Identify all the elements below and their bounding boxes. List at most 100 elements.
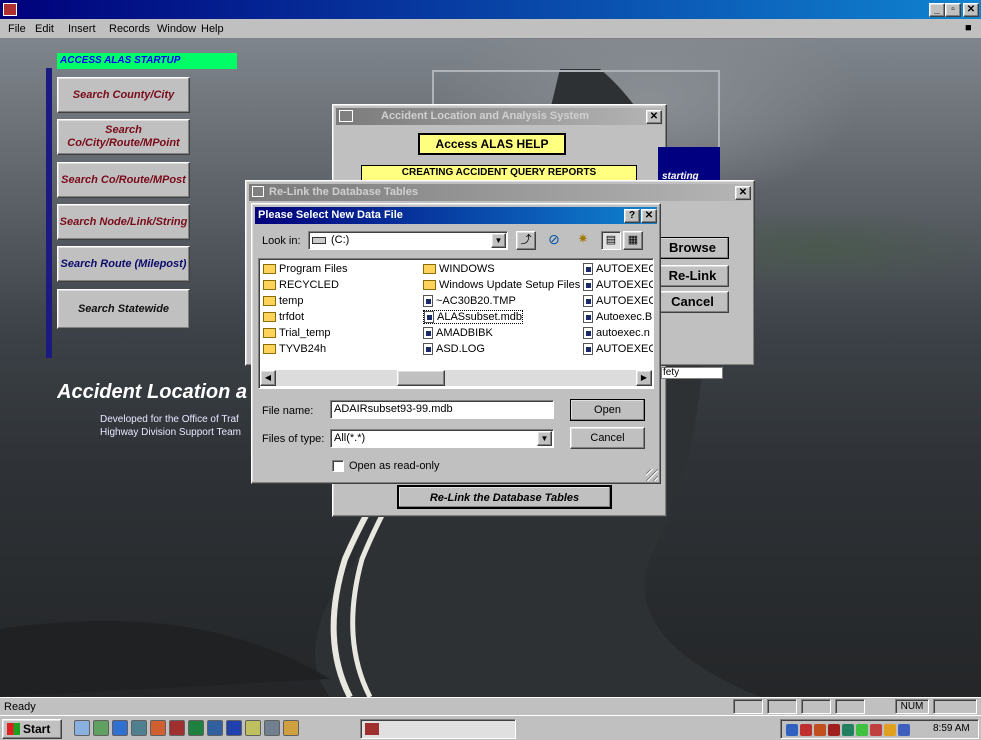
minimize-button[interactable]: _ [929, 3, 945, 17]
relink-close-button[interactable]: ✕ [735, 186, 751, 200]
file-icon [583, 295, 593, 307]
alas-titlebar: Accident Location and Analysis System [336, 108, 663, 125]
relink-tables-button[interactable]: Re-Link the Database Tables [397, 485, 612, 509]
status-bar: Ready NUM [0, 697, 981, 715]
list-item[interactable]: RECYCLED [263, 278, 339, 292]
search-co-route-mpost-button[interactable]: Search Co/Route/MPost [57, 162, 190, 198]
resize-grip-icon[interactable] [646, 469, 658, 481]
menu-edit[interactable]: Edit [35, 23, 54, 35]
list-item[interactable]: trfdot [263, 310, 304, 324]
list-item[interactable]: temp [263, 294, 303, 308]
startup-banner: ACCESS ALAS STARTUP [57, 53, 237, 69]
chevron-down-icon[interactable]: ▼ [491, 233, 506, 248]
quicklaunch-icon[interactable] [264, 720, 280, 736]
tray-icon[interactable] [870, 724, 882, 736]
quicklaunch-icon[interactable] [74, 720, 90, 736]
list-item[interactable]: autoexec.n [583, 326, 650, 340]
files-of-type-select[interactable]: All(*.*) ▼ [330, 429, 554, 448]
menu-insert[interactable]: Insert [68, 23, 96, 35]
list-item[interactable]: Autoexec.B [583, 310, 652, 324]
close-button[interactable]: ✕ [963, 3, 979, 17]
open-button[interactable]: Open [570, 399, 645, 421]
list-item[interactable]: WINDOWS [423, 262, 495, 276]
file-dialog: Please Select New Data File ? ✕ Look in:… [251, 203, 661, 484]
creating-reports-button[interactable]: CREATING ACCIDENT QUERY REPORTS [361, 165, 637, 181]
tray-icon[interactable] [842, 724, 854, 736]
list-item[interactable]: ALASsubset.mdb [423, 310, 523, 324]
list-item[interactable]: AUTOEXEC [583, 342, 653, 356]
horizontal-scrollbar[interactable]: ◀ ▶ [260, 370, 652, 386]
quicklaunch-icon[interactable] [93, 720, 109, 736]
excel-icon[interactable] [188, 720, 204, 736]
tray-icon[interactable] [800, 724, 812, 736]
start-button[interactable]: Start [2, 719, 62, 739]
new-folder-icon[interactable]: ✷ [573, 231, 593, 250]
access-alas-help-button[interactable]: Access ALAS HELP [418, 133, 566, 155]
up-folder-icon[interactable]: ⤴ [516, 231, 536, 250]
access-icon[interactable] [169, 720, 185, 736]
mdi-close-icon[interactable]: ■ [965, 22, 972, 34]
tray-icon[interactable] [856, 724, 868, 736]
scroll-right-button[interactable]: ▶ [636, 370, 652, 386]
tray-icon[interactable] [814, 724, 826, 736]
details-view-icon[interactable]: ▦ [623, 231, 643, 250]
look-in-select[interactable]: (C:) ▼ [308, 231, 508, 250]
tray-icon[interactable] [828, 724, 840, 736]
quicklaunch-icon[interactable] [283, 720, 299, 736]
menu-window[interactable]: Window [157, 23, 196, 35]
list-item[interactable]: Trial_temp [263, 326, 331, 340]
list-item[interactable]: AMADBIBK [423, 326, 493, 340]
menu-file[interactable]: File [8, 23, 26, 35]
tray-icon[interactable] [884, 724, 896, 736]
cancel-button[interactable]: Cancel [570, 427, 645, 449]
browse-button[interactable]: Browse [656, 237, 729, 259]
file-list: Program Files RECYCLED temp trfdot Trial… [258, 258, 654, 389]
file-name-input[interactable]: ADAIRsubset93-99.mdb [330, 400, 554, 419]
list-item[interactable]: AUTOEXEC [583, 278, 653, 292]
favorites-icon[interactable]: ⊘ [544, 231, 564, 250]
file-icon [583, 263, 593, 275]
search-icon[interactable] [245, 720, 261, 736]
list-item[interactable]: Windows Update Setup Files [423, 278, 580, 292]
help-button[interactable]: ? [624, 209, 640, 223]
file-dialog-titlebar: Please Select New Data File [255, 207, 657, 224]
clock[interactable]: 8:59 AM [933, 723, 970, 734]
look-in-label: Look in: [262, 235, 301, 247]
taskbar-task-access[interactable] [360, 719, 516, 739]
file-icon [423, 295, 433, 307]
word-icon[interactable] [226, 720, 242, 736]
search-county-city-button[interactable]: Search County/City [57, 77, 190, 113]
chevron-down-icon[interactable]: ▼ [537, 431, 552, 446]
list-item[interactable]: AUTOEXEC [583, 294, 653, 308]
list-item[interactable]: AUTOEXEC [583, 262, 653, 276]
list-item[interactable]: ~AC30B20.TMP [423, 294, 516, 308]
tray-icon[interactable] [786, 724, 798, 736]
relink-button[interactable]: Re-Link [656, 265, 729, 287]
search-co-city-route-mpoint-button[interactable]: Search Co/City/Route/MPoint [57, 119, 190, 155]
search-route-milepost-button[interactable]: Search Route (Milepost) [57, 246, 190, 282]
read-only-checkbox[interactable] [332, 460, 344, 472]
app-icon[interactable] [3, 3, 17, 16]
scroll-left-button[interactable]: ◀ [260, 370, 276, 386]
menu-records[interactable]: Records [109, 23, 150, 35]
list-item[interactable]: Program Files [263, 262, 347, 276]
status-panel [933, 699, 977, 714]
scroll-thumb[interactable] [397, 370, 445, 386]
form-icon [339, 110, 353, 122]
powerpoint-icon[interactable] [150, 720, 166, 736]
publisher-icon[interactable] [207, 720, 223, 736]
restore-button[interactable]: ▫ [945, 3, 961, 17]
alas-close-button[interactable]: ✕ [646, 110, 662, 124]
search-node-link-string-button[interactable]: Search Node/Link/String [57, 204, 190, 240]
list-view-icon[interactable]: ▤ [601, 231, 621, 250]
tray-icon[interactable] [898, 724, 910, 736]
menu-help[interactable]: Help [201, 23, 224, 35]
list-item[interactable]: ASD.LOG [423, 342, 485, 356]
search-statewide-button[interactable]: Search Statewide [57, 289, 190, 329]
file-icon [423, 343, 433, 355]
relink-cancel-button[interactable]: Cancel [656, 291, 729, 313]
file-dialog-close-button[interactable]: ✕ [641, 209, 657, 223]
ie-icon[interactable] [112, 720, 128, 736]
list-item[interactable]: TYVB24h [263, 342, 326, 356]
quicklaunch-icon[interactable] [131, 720, 147, 736]
